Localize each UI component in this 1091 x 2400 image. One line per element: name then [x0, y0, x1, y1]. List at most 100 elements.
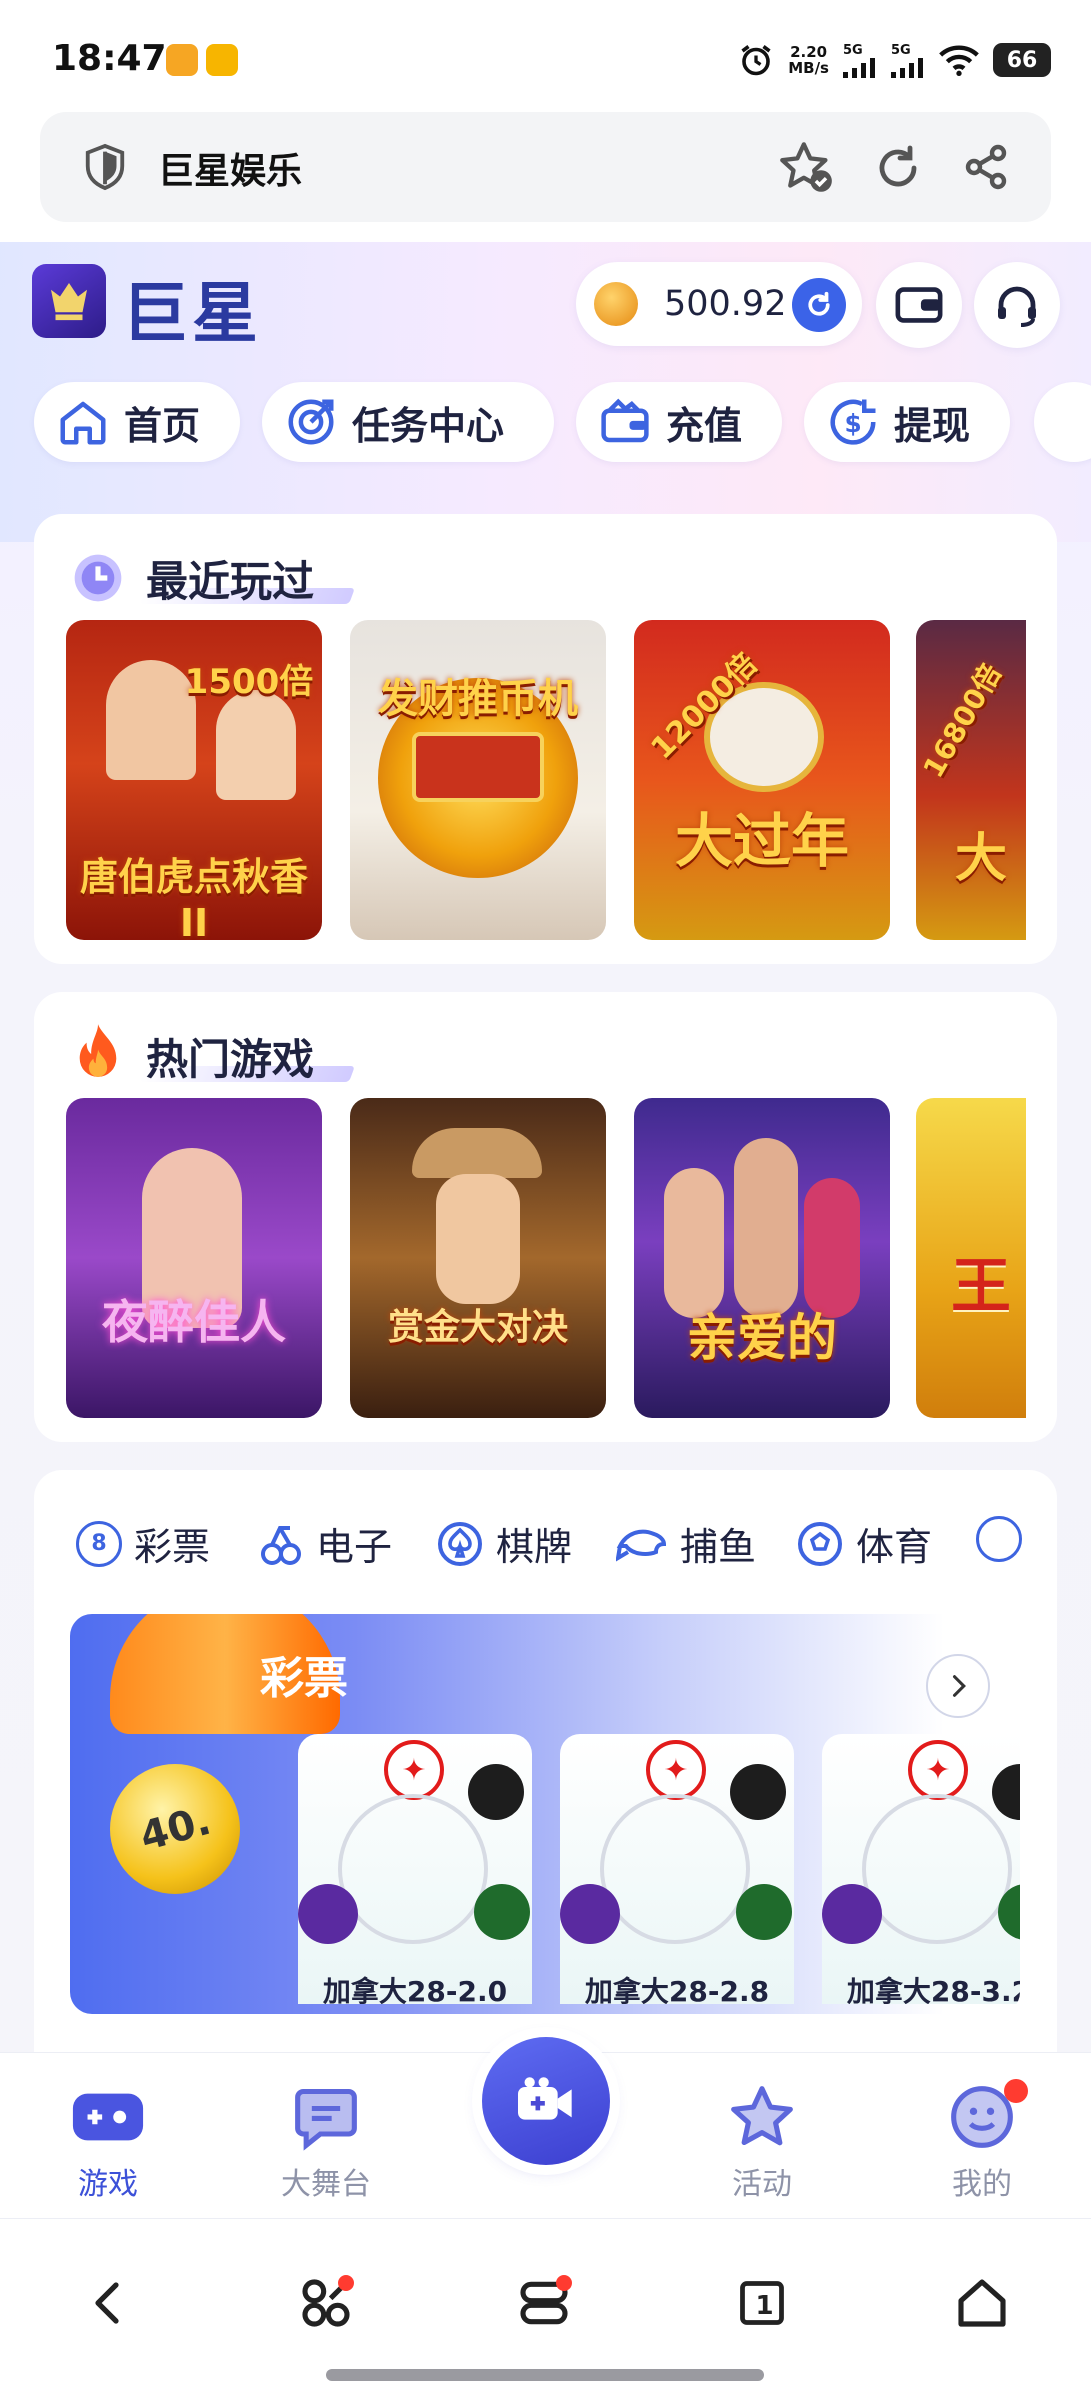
profile-notification-dot — [1004, 2079, 1028, 2103]
category-label: 体育 — [856, 1525, 933, 1569]
lottery-item[interactable]: ✦ 加拿大28-2.8 — [560, 1734, 794, 2004]
menu-button[interactable] — [512, 2271, 576, 2335]
signal-bars-icon — [843, 57, 875, 78]
lottery-ball-icon: 40. — [110, 1764, 240, 1894]
game-name: 唐伯虎点秋香II — [79, 855, 308, 940]
status-indicators: 2.20 MB/s 5G 5G 66 — [738, 38, 1051, 82]
live-video-button[interactable] — [482, 2037, 610, 2165]
balance-display: 500.92 — [576, 262, 862, 346]
net-speed-unit: MB/s — [788, 59, 829, 77]
menu-notification-dot — [556, 2275, 572, 2291]
wifi-icon — [939, 45, 979, 76]
signal-bars-icon — [891, 57, 923, 78]
hot-games-section: 热门游戏 夜醉佳人 赏金大对决 亲爱的 王 — [34, 992, 1057, 1442]
lottery-wheel — [338, 1794, 488, 1944]
slots-icon — [261, 1525, 301, 1565]
lottery-item-name: 加拿大28-2.0 — [322, 1975, 508, 2004]
apps-notification-dot — [338, 2275, 354, 2291]
game-tile-da-guo-nian[interactable]: 12000倍 大过年 — [634, 620, 890, 940]
svg-text:1: 1 — [756, 2291, 774, 2321]
game-tile-partial-hot[interactable]: 王 — [916, 1098, 1026, 1418]
hot-games-title: 热门游戏 — [146, 1035, 315, 1084]
signal-2-label: 5G — [891, 42, 911, 58]
lottery-item[interactable]: ✦ 加拿大28-2.0 — [298, 1734, 532, 2004]
nav-task-center-label: 任务中心 — [352, 403, 505, 448]
nav-home[interactable]: 首页 — [34, 382, 240, 462]
back-button[interactable] — [76, 2271, 140, 2335]
lottery-item-name: 加拿大28-3.2 — [846, 1975, 1020, 2004]
game-tile-ye-zui-jia-ren[interactable]: 夜醉佳人 — [66, 1098, 322, 1418]
tab-profile[interactable]: 我的 — [922, 2079, 1042, 2203]
game-multiplier: 1500倍 — [184, 662, 314, 702]
category-more[interactable] — [976, 1516, 1022, 1562]
game-tile-partial[interactable]: 16800倍 大 — [916, 620, 1026, 940]
category-label: 棋牌 — [496, 1525, 573, 1569]
lottery-banner-next-button[interactable] — [926, 1654, 990, 1718]
game-art — [436, 1174, 520, 1304]
tabs-button[interactable]: 1 — [730, 2271, 794, 2335]
net-speed: 2.20 MB/s — [788, 44, 829, 76]
recharge-wallet-icon — [601, 398, 649, 443]
nav-recharge[interactable]: 充值 — [576, 382, 782, 462]
category-fishing[interactable]: 捕鱼 — [616, 1516, 756, 1571]
ball-8-icon — [992, 1764, 1020, 1820]
game-art — [734, 1138, 798, 1318]
logo-icon[interactable] — [32, 264, 106, 338]
category-cards[interactable]: 棋牌 — [436, 1516, 572, 1571]
category-sports[interactable]: 体育 — [796, 1516, 932, 1571]
tab-activities[interactable]: 活动 — [702, 2083, 822, 2203]
game-art — [664, 1168, 724, 1318]
browser-address-bar[interactable]: 巨星娱乐 — [40, 112, 1051, 222]
tab-games[interactable]: 游戏 — [48, 2083, 168, 2203]
withdraw-icon: $ — [830, 399, 876, 445]
lottery-banner-title: 彩票 — [260, 1653, 348, 1704]
bottom-tab-bar: 游戏 大舞台 活动 我的 — [0, 2037, 1091, 2218]
game-tile-tangbohu[interactable]: 1500倍 唐伯虎点秋香II — [66, 620, 322, 940]
nav-task-center[interactable]: 任务中心 — [262, 382, 554, 462]
recent-games-section: 最近玩过 1500倍 唐伯虎点秋香II 发财推币机 12000倍 大过年 168… — [34, 514, 1057, 964]
wallet-button[interactable] — [876, 262, 962, 348]
signal-1-label: 5G — [843, 42, 863, 58]
game-tile-coin-pusher[interactable]: 发财推币机 — [350, 620, 606, 940]
signal-2: 5G — [891, 43, 925, 78]
home-button[interactable] — [950, 2271, 1014, 2335]
game-name: 夜醉佳人 — [102, 1295, 286, 1349]
status-time: 18:47 — [52, 38, 167, 79]
category-slots[interactable]: 电子 — [256, 1516, 392, 1571]
shield-icon[interactable] — [82, 142, 128, 192]
alarm-icon — [741, 45, 771, 76]
lottery-banner[interactable]: 40. 彩票 ✦ 加拿大28-2.0 ✦ 加拿大28-2.8 ✦ 加拿大28-3… — [70, 1614, 1020, 2014]
favorite-star-icon[interactable] — [778, 140, 834, 194]
game-name: 大过年 — [674, 807, 849, 875]
tab-stage[interactable]: 大舞台 — [266, 2083, 386, 2203]
customer-service-button[interactable] — [974, 262, 1060, 348]
category-lottery[interactable]: 8 彩票 — [76, 1516, 210, 1571]
game-multiplier: 16800倍 — [916, 658, 1008, 784]
refresh-balance-button[interactable] — [792, 278, 846, 332]
svg-text:$: $ — [844, 409, 861, 438]
flame-icon — [79, 1024, 117, 1077]
game-name: 大 — [954, 829, 1007, 889]
ball-8-icon — [730, 1764, 786, 1820]
ball-4-icon — [298, 1884, 358, 1944]
nav-withdraw-label: 提现 — [894, 403, 971, 448]
lottery-ball-number: 40. — [134, 1797, 216, 1861]
lottery-item[interactable]: ✦ 加拿大28-3.2 — [822, 1734, 1020, 2004]
share-icon[interactable] — [962, 142, 1010, 192]
apps-button[interactable] — [294, 2271, 358, 2335]
reload-icon[interactable] — [874, 144, 922, 192]
ball-4-icon — [822, 1884, 882, 1944]
lottery-item-name: 加拿大28-2.8 — [584, 1975, 770, 2004]
game-name: 发财推币机 — [378, 676, 578, 722]
brand-logo-text[interactable]: 巨星 — [122, 260, 262, 356]
category-label: 电子 — [316, 1525, 393, 1569]
video-camera-icon — [518, 2077, 572, 2120]
gesture-home-indicator[interactable] — [326, 2369, 764, 2381]
nav-recharge-label: 充值 — [666, 403, 743, 448]
battery-indicator: 66 — [993, 43, 1051, 77]
nav-home-label: 首页 — [124, 403, 201, 448]
game-tile-shang-jin-da-dui-jue[interactable]: 赏金大对决 — [350, 1098, 606, 1418]
nav-withdraw[interactable]: $ 提现 — [804, 382, 1010, 462]
game-tile-qin-ai-de[interactable]: 亲爱的 — [634, 1098, 890, 1418]
target-icon — [288, 399, 334, 445]
